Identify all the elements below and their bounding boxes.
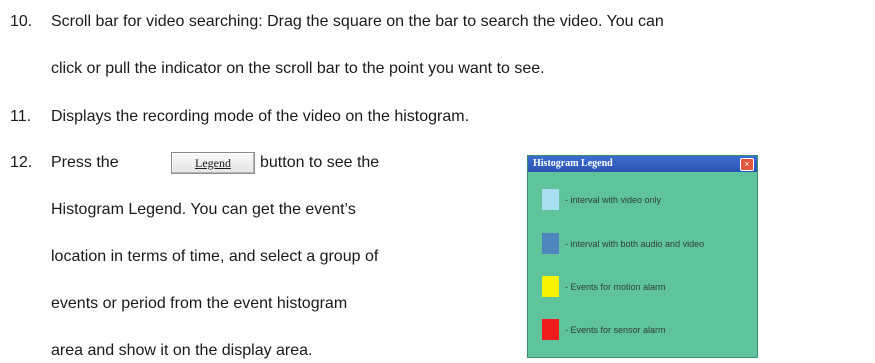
item-number-10: 10. — [10, 13, 33, 30]
swatch-video-only — [542, 189, 559, 210]
legend-entry-motion-alarm: - Events for motion alarm — [542, 276, 666, 297]
legend-button-label: Legend — [195, 155, 231, 170]
item-10-line-2: click or pull the indicator on the scrol… — [51, 60, 545, 77]
item-11-line-1: Displays the recording mode of the video… — [51, 108, 470, 125]
legend-entry-label: - Events for sensor alarm — [565, 324, 666, 335]
item-12-line-1a: Press the — [51, 154, 119, 171]
legend-entry-label: - Events for motion alarm — [565, 281, 666, 292]
legend-entry-label: - interval with video only — [565, 194, 662, 205]
legend-entry-sensor-alarm: - Events for sensor alarm — [542, 319, 666, 340]
swatch-motion-alarm — [542, 276, 559, 297]
item-12-line-2: Histogram Legend. You can get the event’… — [51, 201, 356, 218]
histogram-legend-title: Histogram Legend — [533, 158, 613, 169]
item-number-12: 12. — [10, 154, 33, 171]
legend-entry-label: - interval with both audio and video — [565, 238, 705, 249]
legend-entry-video-only: - interval with video only — [542, 189, 661, 210]
item-10-line-1: Scroll bar for video searching: Drag the… — [51, 13, 664, 30]
item-12-line-5: area and show it on the display area. — [51, 342, 313, 359]
item-12-line-1b: button to see the — [260, 154, 380, 171]
item-number-11: 11. — [10, 108, 32, 125]
swatch-audio-and-video — [542, 233, 559, 254]
item-12-line-4: events or period from the event histogra… — [51, 295, 348, 312]
legend-entry-audio-and-video: - interval with both audio and video — [542, 233, 704, 254]
histogram-legend-window: Histogram Legend × - interval with video… — [527, 155, 758, 358]
item-12-line-3: location in terms of time, and select a … — [51, 248, 379, 265]
swatch-sensor-alarm — [542, 319, 559, 340]
legend-button[interactable]: Legend — [171, 152, 255, 174]
histogram-legend-titlebar: Histogram Legend × — [528, 156, 757, 172]
close-icon[interactable]: × — [740, 158, 754, 171]
